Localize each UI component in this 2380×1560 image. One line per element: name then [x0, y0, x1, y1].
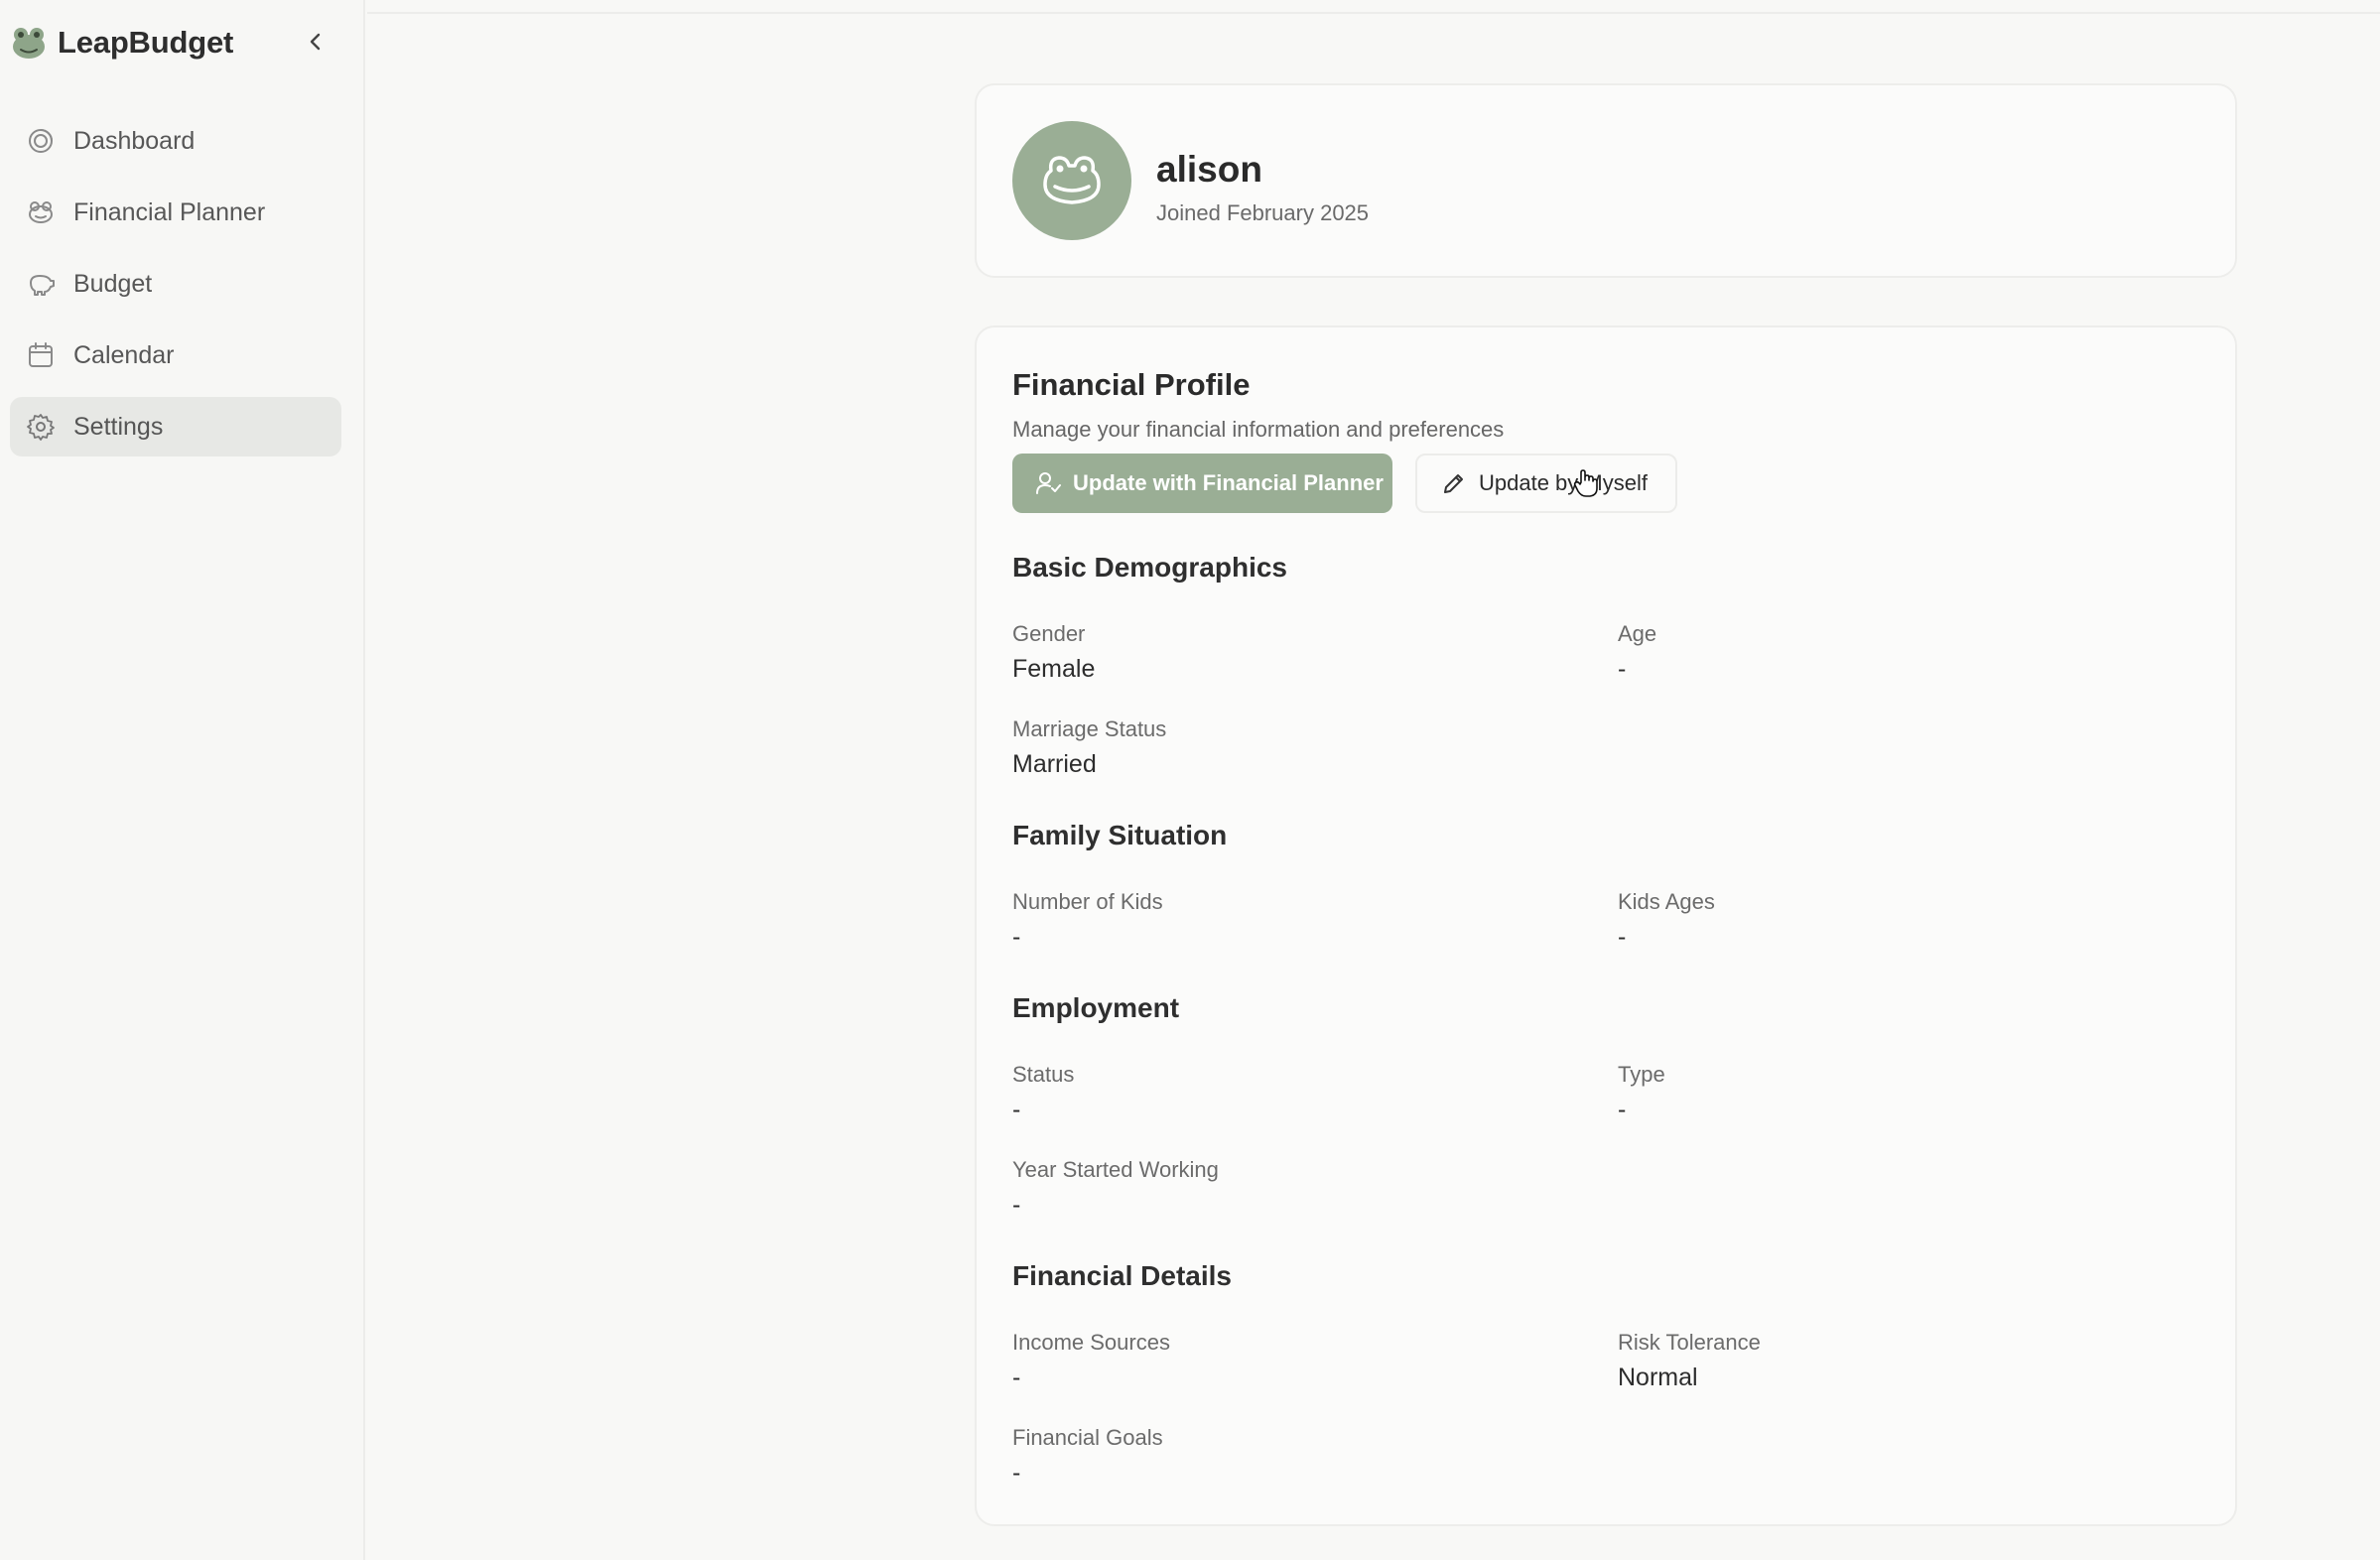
field-value: -	[1012, 1459, 1021, 1487]
field-value: Normal	[1618, 1364, 1698, 1391]
chevron-left-icon	[310, 33, 321, 51]
field-value: -	[1618, 1096, 1627, 1123]
field-label: Income Sources	[1012, 1330, 1170, 1355]
user-name: alison	[1156, 149, 1262, 190]
basic-demographics-title: Basic Demographics	[1012, 552, 1287, 583]
sidebar-item-label: Dashboard	[73, 126, 196, 155]
brand[interactable]: LeapBudget	[10, 20, 233, 65]
section-subtitle: Manage your financial information and pr…	[1012, 417, 1505, 442]
employment-title: Employment	[1012, 992, 1180, 1023]
family-situation-title: Family Situation	[1012, 820, 1228, 850]
field-label: Marriage Status	[1012, 716, 1167, 741]
sidebar-item-calendar[interactable]: Calendar	[10, 325, 341, 385]
financial-profile-card: Financial Profile Manage your financial …	[975, 325, 2237, 1526]
calendar-icon	[29, 342, 53, 367]
top-divider	[367, 12, 2380, 14]
sidebar-item-settings[interactable]: Settings	[10, 397, 341, 456]
button-label: Update by Myself	[1479, 470, 1648, 495]
sidebar-item-label: Financial Planner	[73, 197, 266, 226]
field-label: Number of Kids	[1012, 889, 1163, 914]
sidebar: LeapBudget Dashboard Financial Planner B…	[0, 0, 365, 1560]
pencil-icon	[1444, 474, 1463, 493]
update-with-planner-button[interactable]: Update with Financial Planner	[1012, 454, 1392, 513]
field-label: Status	[1012, 1062, 1075, 1087]
sidebar-item-budget[interactable]: Budget	[10, 254, 341, 314]
field-value: -	[1012, 1191, 1021, 1219]
sidebar-item-label: Budget	[73, 269, 153, 298]
planner-icon	[29, 201, 53, 223]
field-value: -	[1012, 1364, 1021, 1391]
field-label: Age	[1618, 621, 1657, 646]
field-value: -	[1012, 923, 1021, 951]
brand-name: LeapBudget	[58, 25, 234, 60]
financial-details-title: Financial Details	[1012, 1260, 1232, 1291]
field-value: Married	[1012, 750, 1097, 778]
sidebar-item-label: Calendar	[73, 340, 175, 369]
gear-icon	[27, 414, 55, 441]
update-by-myself-button[interactable]: Update by Myself	[1415, 454, 1677, 513]
field-value: -	[1618, 655, 1627, 683]
field-label: Gender	[1012, 621, 1086, 646]
frog-avatar-icon	[1043, 156, 1101, 204]
field-label: Risk Tolerance	[1618, 1330, 1761, 1355]
user-planner-icon	[1036, 472, 1061, 494]
avatar[interactable]	[1012, 121, 1131, 240]
field-value: -	[1618, 923, 1627, 951]
field-value: -	[1012, 1096, 1021, 1123]
collapse-sidebar-button[interactable]	[298, 24, 333, 60]
sidebar-item-financial-planner[interactable]: Financial Planner	[10, 183, 341, 242]
sidebar-item-dashboard[interactable]: Dashboard	[10, 111, 341, 171]
join-date: Joined February 2025	[1156, 200, 1370, 225]
field-label: Type	[1618, 1062, 1665, 1087]
button-label: Update with Financial Planner	[1073, 470, 1384, 495]
field-value: Female	[1012, 655, 1096, 683]
sidebar-nav: Dashboard Financial Planner Budget Calen…	[10, 111, 341, 468]
field-label: Financial Goals	[1012, 1425, 1163, 1450]
piggy-bank-icon	[30, 275, 55, 296]
sidebar-item-label: Settings	[73, 412, 164, 441]
dashboard-icon	[29, 129, 53, 153]
section-title: Financial Profile	[1012, 367, 1251, 402]
field-label: Kids Ages	[1618, 889, 1715, 914]
profile-card: alison Joined February 2025	[975, 83, 2237, 278]
frog-logo-icon	[13, 28, 45, 59]
field-label: Year Started Working	[1012, 1157, 1219, 1182]
